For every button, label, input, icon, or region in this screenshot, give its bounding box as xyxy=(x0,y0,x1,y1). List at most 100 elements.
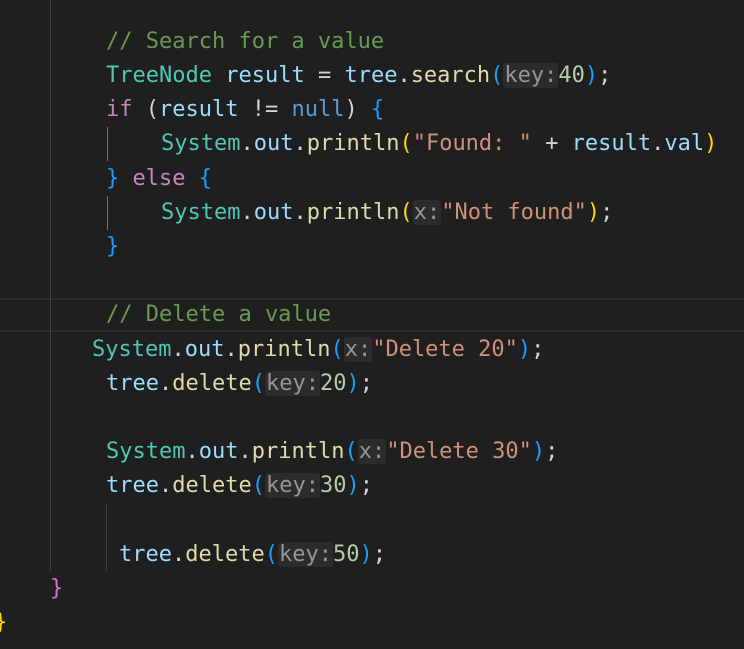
string-literal: "Delete 30" xyxy=(386,439,532,464)
code-line[interactable]: System.out.println("Found: " + result.va… xyxy=(161,127,717,161)
paren-close: ) xyxy=(584,63,599,88)
dot: . xyxy=(158,371,173,396)
dot: . xyxy=(651,131,665,156)
method-name: delete xyxy=(172,473,252,498)
dot: . xyxy=(171,337,185,362)
semicolon: ; xyxy=(600,200,614,225)
dot: . xyxy=(397,63,411,88)
paren-close: ) xyxy=(346,473,360,498)
code-line[interactable]: } xyxy=(0,606,7,640)
semicolon: ; xyxy=(359,473,373,498)
field-name: out xyxy=(198,439,239,464)
dot: . xyxy=(158,473,173,498)
field-name: out xyxy=(184,337,225,362)
paren-open: ( xyxy=(344,439,358,464)
brace-close: } xyxy=(106,234,120,259)
method-name: delete xyxy=(185,542,265,567)
code-line[interactable]: } else { xyxy=(106,162,212,196)
paren-open: ( xyxy=(145,97,159,122)
variable: result xyxy=(571,131,652,156)
dot: . xyxy=(240,131,254,156)
indent-guide xyxy=(50,0,51,570)
method-name: println xyxy=(237,337,331,362)
code-editor[interactable]: // Search for a value TreeNode result = … xyxy=(0,0,744,649)
indent-guide-active xyxy=(107,196,108,230)
code-line[interactable]: tree.delete(key:50); xyxy=(119,538,386,572)
field-name: out xyxy=(253,131,294,156)
number-literal: 50 xyxy=(332,542,360,567)
paren-open: ( xyxy=(490,63,504,88)
inlay-hint: x: xyxy=(412,200,442,225)
code-line[interactable]: tree.delete(key:20); xyxy=(106,367,373,401)
brace-open: { xyxy=(198,166,212,191)
variable: tree xyxy=(106,473,159,498)
code-line[interactable]: // Search for a value xyxy=(106,25,384,59)
code-line[interactable]: } xyxy=(50,572,63,606)
paren-close: ) xyxy=(346,371,360,396)
method-name: println xyxy=(306,200,400,225)
operator: != xyxy=(238,97,292,122)
class-name: System xyxy=(92,337,172,362)
paren-open: ( xyxy=(264,542,278,567)
keyword: else xyxy=(132,166,186,191)
indent-guide xyxy=(106,504,107,570)
semicolon: ; xyxy=(598,63,612,88)
dot: . xyxy=(293,200,307,225)
variable: result xyxy=(159,97,239,122)
method-name: println xyxy=(306,131,400,156)
semicolon: ; xyxy=(531,337,545,362)
semicolon: ; xyxy=(545,439,559,464)
string-literal: "Delete 20" xyxy=(372,337,518,362)
code-line[interactable]: TreeNode result = tree.search(key:40); xyxy=(106,59,611,93)
method-name: delete xyxy=(172,371,252,396)
class-name: System xyxy=(161,131,241,156)
code-line[interactable]: // Delete a value xyxy=(106,298,331,332)
operator: = xyxy=(304,63,345,88)
number-literal: 20 xyxy=(319,371,347,396)
code-line[interactable]: System.out.println(x:"Delete 20"); xyxy=(92,333,544,367)
method-name: search xyxy=(410,63,491,88)
inlay-hint: key: xyxy=(503,63,559,88)
operator: + xyxy=(531,131,572,156)
number-literal: 30 xyxy=(319,473,347,498)
keyword: null xyxy=(291,97,345,122)
paren-close: ) xyxy=(586,200,601,225)
dot: . xyxy=(240,200,254,225)
paren-open: ( xyxy=(251,473,265,498)
field-name: val xyxy=(664,131,705,156)
dot: . xyxy=(238,439,252,464)
dot: . xyxy=(171,542,186,567)
indent-guide-active xyxy=(107,127,108,161)
inlay-hint: key: xyxy=(264,371,320,396)
code-line[interactable]: tree.delete(key:30); xyxy=(106,469,373,503)
paren-open: ( xyxy=(399,131,413,156)
code-comment: // Delete a value xyxy=(106,302,332,327)
field-name: out xyxy=(253,200,294,225)
number-literal: 40 xyxy=(558,63,585,88)
paren-close: ) xyxy=(531,439,546,464)
paren-open: ( xyxy=(330,337,344,362)
paren-open: ( xyxy=(399,200,413,225)
variable: tree xyxy=(106,371,159,396)
class-name: System xyxy=(161,200,241,225)
code-line[interactable]: System.out.println(x:"Not found"); xyxy=(161,196,613,230)
paren-open: ( xyxy=(251,371,265,396)
semicolon: ; xyxy=(359,371,373,396)
code-line[interactable]: System.out.println(x:"Delete 30"); xyxy=(106,435,558,469)
class-name: System xyxy=(106,439,186,464)
dot: . xyxy=(224,337,238,362)
variable: result xyxy=(225,63,305,88)
code-line[interactable]: if (result != null) { xyxy=(106,93,384,127)
semicolon: ; xyxy=(372,542,386,567)
brace-open: { xyxy=(370,97,385,122)
inlay-hint: key: xyxy=(277,542,333,567)
type-name: TreeNode xyxy=(106,63,212,88)
method-name: println xyxy=(251,439,345,464)
dot: . xyxy=(185,439,199,464)
brace-close: } xyxy=(50,576,64,601)
code-line[interactable]: } xyxy=(106,230,119,264)
string-literal: "Not found" xyxy=(441,200,587,225)
inlay-hint: key: xyxy=(264,473,320,498)
paren-close: ) xyxy=(704,131,718,156)
string-literal: "Found: " xyxy=(412,131,532,156)
